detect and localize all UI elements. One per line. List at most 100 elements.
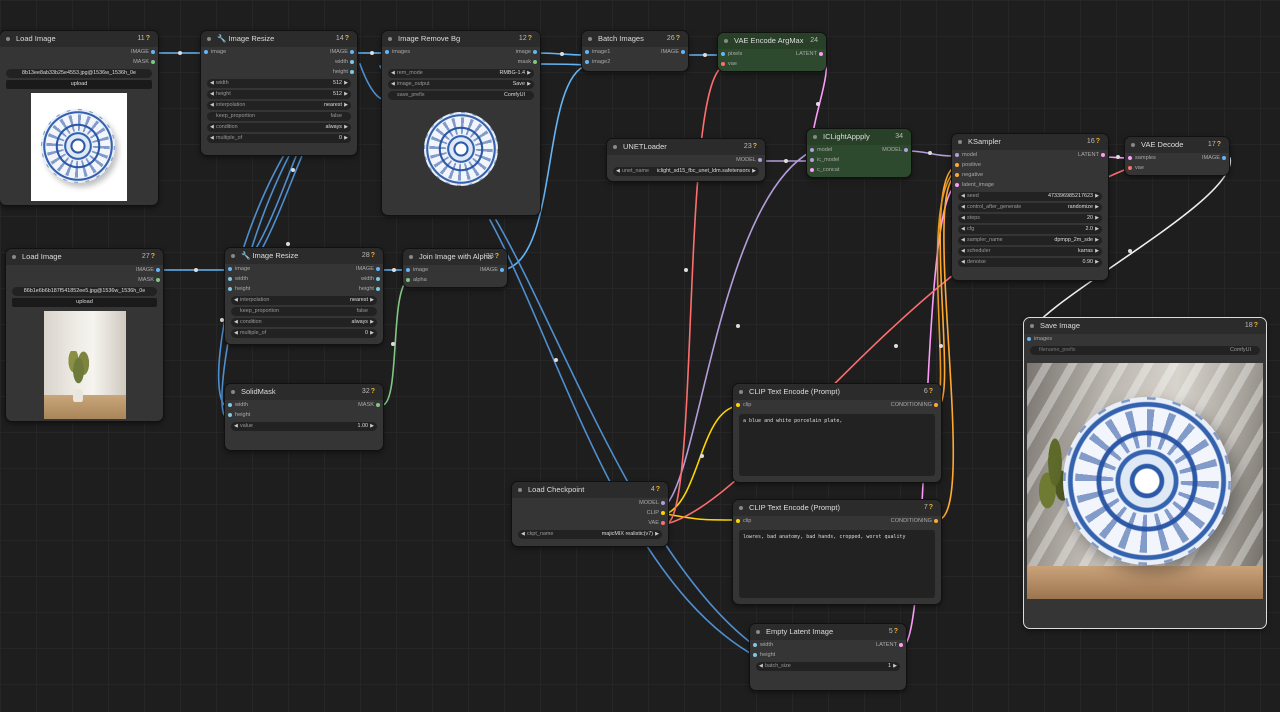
steps-widget[interactable]: ◀ steps 20 ▶	[958, 214, 1102, 223]
width-widget[interactable]: ◀ width 512 ▶	[207, 79, 351, 88]
arrow-right-icon[interactable]: ▶	[1095, 203, 1099, 212]
arrow-right-icon[interactable]: ▶	[344, 101, 348, 110]
input-socket[interactable]	[585, 60, 589, 64]
output-socket[interactable]	[681, 50, 685, 54]
load-image-node[interactable]: Load Image 11? IMAGE MASK 8b13ee8ab33b25e…	[0, 31, 158, 205]
arrow-right-icon[interactable]: ▶	[655, 530, 659, 539]
interpolation-widget[interactable]: ◀ interpolation nearest ▶	[231, 296, 377, 305]
output-socket[interactable]	[350, 70, 354, 74]
output-socket[interactable]	[819, 52, 823, 56]
keep-proportion-toggle[interactable]: keep_proportion false	[207, 112, 351, 121]
save-image-node[interactable]: Save Image 18? images filename_prefix Comf…	[1024, 318, 1266, 628]
input-socket[interactable]	[736, 519, 740, 523]
input-socket[interactable]	[955, 183, 959, 187]
empty-latent-image-node[interactable]: Empty Latent Image 5? width LATENT height …	[750, 624, 906, 690]
input-socket[interactable]	[228, 277, 232, 281]
output-socket[interactable]	[899, 643, 903, 647]
multiple-of-widget[interactable]: ◀ multiple_of 0 ▶	[231, 329, 377, 338]
output-socket[interactable]	[934, 403, 938, 407]
filename-prefix-widget[interactable]: filename_prefix ComfyUI	[1030, 346, 1260, 355]
output-socket[interactable]	[151, 50, 155, 54]
arrow-left-icon[interactable]: ◀	[391, 69, 395, 78]
rem-mode-widget[interactable]: ◀ rem_mode RMBG-1.4 ▶	[388, 69, 534, 78]
arrow-right-icon[interactable]: ▶	[752, 167, 756, 176]
arrow-right-icon[interactable]: ▶	[1095, 214, 1099, 223]
arrow-right-icon[interactable]: ▶	[370, 318, 374, 327]
image-output-widget[interactable]: ◀ image_output Save ▶	[388, 80, 534, 89]
output-socket[interactable]	[904, 148, 908, 152]
output-socket[interactable]	[151, 60, 155, 64]
input-socket[interactable]	[753, 643, 757, 647]
output-socket[interactable]	[156, 268, 160, 272]
arrow-left-icon[interactable]: ◀	[210, 123, 214, 132]
image-resize-node[interactable]: 🔧 Image Resize 28? image IMAGE width width …	[225, 248, 383, 344]
output-socket[interactable]	[376, 403, 380, 407]
input-socket[interactable]	[228, 287, 232, 291]
output-socket[interactable]	[533, 60, 537, 64]
condition-widget[interactable]: ◀ condition always ▶	[207, 123, 351, 132]
seed-widget[interactable]: ◀ seed 473396985217623 ▶	[958, 192, 1102, 201]
vae-decode-node[interactable]: VAE Decode 17? samples IMAGE vae	[1125, 137, 1229, 175]
input-socket[interactable]	[385, 50, 389, 54]
input-socket[interactable]	[955, 153, 959, 157]
multiple-of-widget[interactable]: ◀ multiple_of 0 ▶	[207, 134, 351, 143]
clip-text-encode-negative-node[interactable]: CLIP Text Encode (Prompt) 7? clip CONDITIO…	[733, 500, 941, 604]
input-socket[interactable]	[228, 403, 232, 407]
load-image-node[interactable]: Load Image 27? IMAGE MASK 86b1e6b6b187f54…	[6, 249, 163, 421]
arrow-right-icon[interactable]: ▶	[344, 134, 348, 143]
output-socket[interactable]	[500, 268, 504, 272]
scheduler-widget[interactable]: ◀ scheduler karras ▶	[958, 247, 1102, 256]
arrow-left-icon[interactable]: ◀	[234, 296, 238, 305]
cfg-widget[interactable]: ◀ cfg 2.0 ▶	[958, 225, 1102, 234]
output-socket[interactable]	[1222, 156, 1226, 160]
output-socket[interactable]	[156, 278, 160, 282]
arrow-left-icon[interactable]: ◀	[210, 90, 214, 99]
arrow-left-icon[interactable]: ◀	[210, 134, 214, 143]
interpolation-widget[interactable]: ◀ interpolation nearest ▶	[207, 101, 351, 110]
arrow-right-icon[interactable]: ▶	[344, 90, 348, 99]
input-socket[interactable]	[406, 268, 410, 272]
arrow-left-icon[interactable]: ◀	[234, 422, 238, 431]
arrow-left-icon[interactable]: ◀	[961, 192, 965, 201]
input-socket[interactable]	[1128, 166, 1132, 170]
output-socket[interactable]	[661, 501, 665, 505]
input-socket[interactable]	[810, 158, 814, 162]
output-socket[interactable]	[934, 519, 938, 523]
arrow-left-icon[interactable]: ◀	[961, 236, 965, 245]
arrow-left-icon[interactable]: ◀	[961, 225, 965, 234]
arrow-right-icon[interactable]: ▶	[1095, 247, 1099, 256]
output-socket[interactable]	[376, 267, 380, 271]
arrow-right-icon[interactable]: ▶	[1095, 258, 1099, 267]
upload-button[interactable]: upload	[6, 80, 152, 89]
load-checkpoint-node[interactable]: Load Checkpoint 4? MODEL CLIP VAE ◀ ckpt_n…	[512, 482, 668, 546]
arrow-right-icon[interactable]: ▶	[893, 662, 897, 671]
height-widget[interactable]: ◀ height 512 ▶	[207, 90, 351, 99]
arrow-right-icon[interactable]: ▶	[370, 422, 374, 431]
arrow-left-icon[interactable]: ◀	[234, 329, 238, 338]
output-socket[interactable]	[661, 521, 665, 525]
condition-widget[interactable]: ◀ condition always ▶	[231, 318, 377, 327]
input-socket[interactable]	[721, 62, 725, 66]
batch-images-node[interactable]: Batch Images 26? image1 IMAGE image2	[582, 31, 688, 71]
arrow-left-icon[interactable]: ◀	[210, 79, 214, 88]
join-image-alpha-node[interactable]: Join Image with Alpha 33? image IMAGE alph…	[403, 249, 507, 287]
control-after-generate-widget[interactable]: ◀ control_after_generate randomize ▶	[958, 203, 1102, 212]
input-socket[interactable]	[955, 173, 959, 177]
arrow-left-icon[interactable]: ◀	[961, 203, 965, 212]
save-prefix-widget[interactable]: save_prefix ComfyUI	[388, 91, 534, 100]
output-socket[interactable]	[1101, 153, 1105, 157]
arrow-right-icon[interactable]: ▶	[1095, 236, 1099, 245]
batch-size-widget[interactable]: ◀ batch_size 1 ▶	[756, 662, 900, 671]
denoise-widget[interactable]: ◀ denoise 0.90 ▶	[958, 258, 1102, 267]
upload-button[interactable]: upload	[12, 298, 157, 307]
arrow-right-icon[interactable]: ▶	[527, 80, 531, 89]
input-socket[interactable]	[721, 52, 725, 56]
input-socket[interactable]	[753, 653, 757, 657]
input-socket[interactable]	[406, 278, 410, 282]
prompt-textarea[interactable]: lowres, bad anatomy, bad hands, cropped,…	[739, 530, 935, 598]
arrow-left-icon[interactable]: ◀	[234, 318, 238, 327]
output-socket[interactable]	[350, 50, 354, 54]
input-socket[interactable]	[955, 163, 959, 167]
arrow-left-icon[interactable]: ◀	[391, 80, 395, 89]
input-socket[interactable]	[1128, 156, 1132, 160]
